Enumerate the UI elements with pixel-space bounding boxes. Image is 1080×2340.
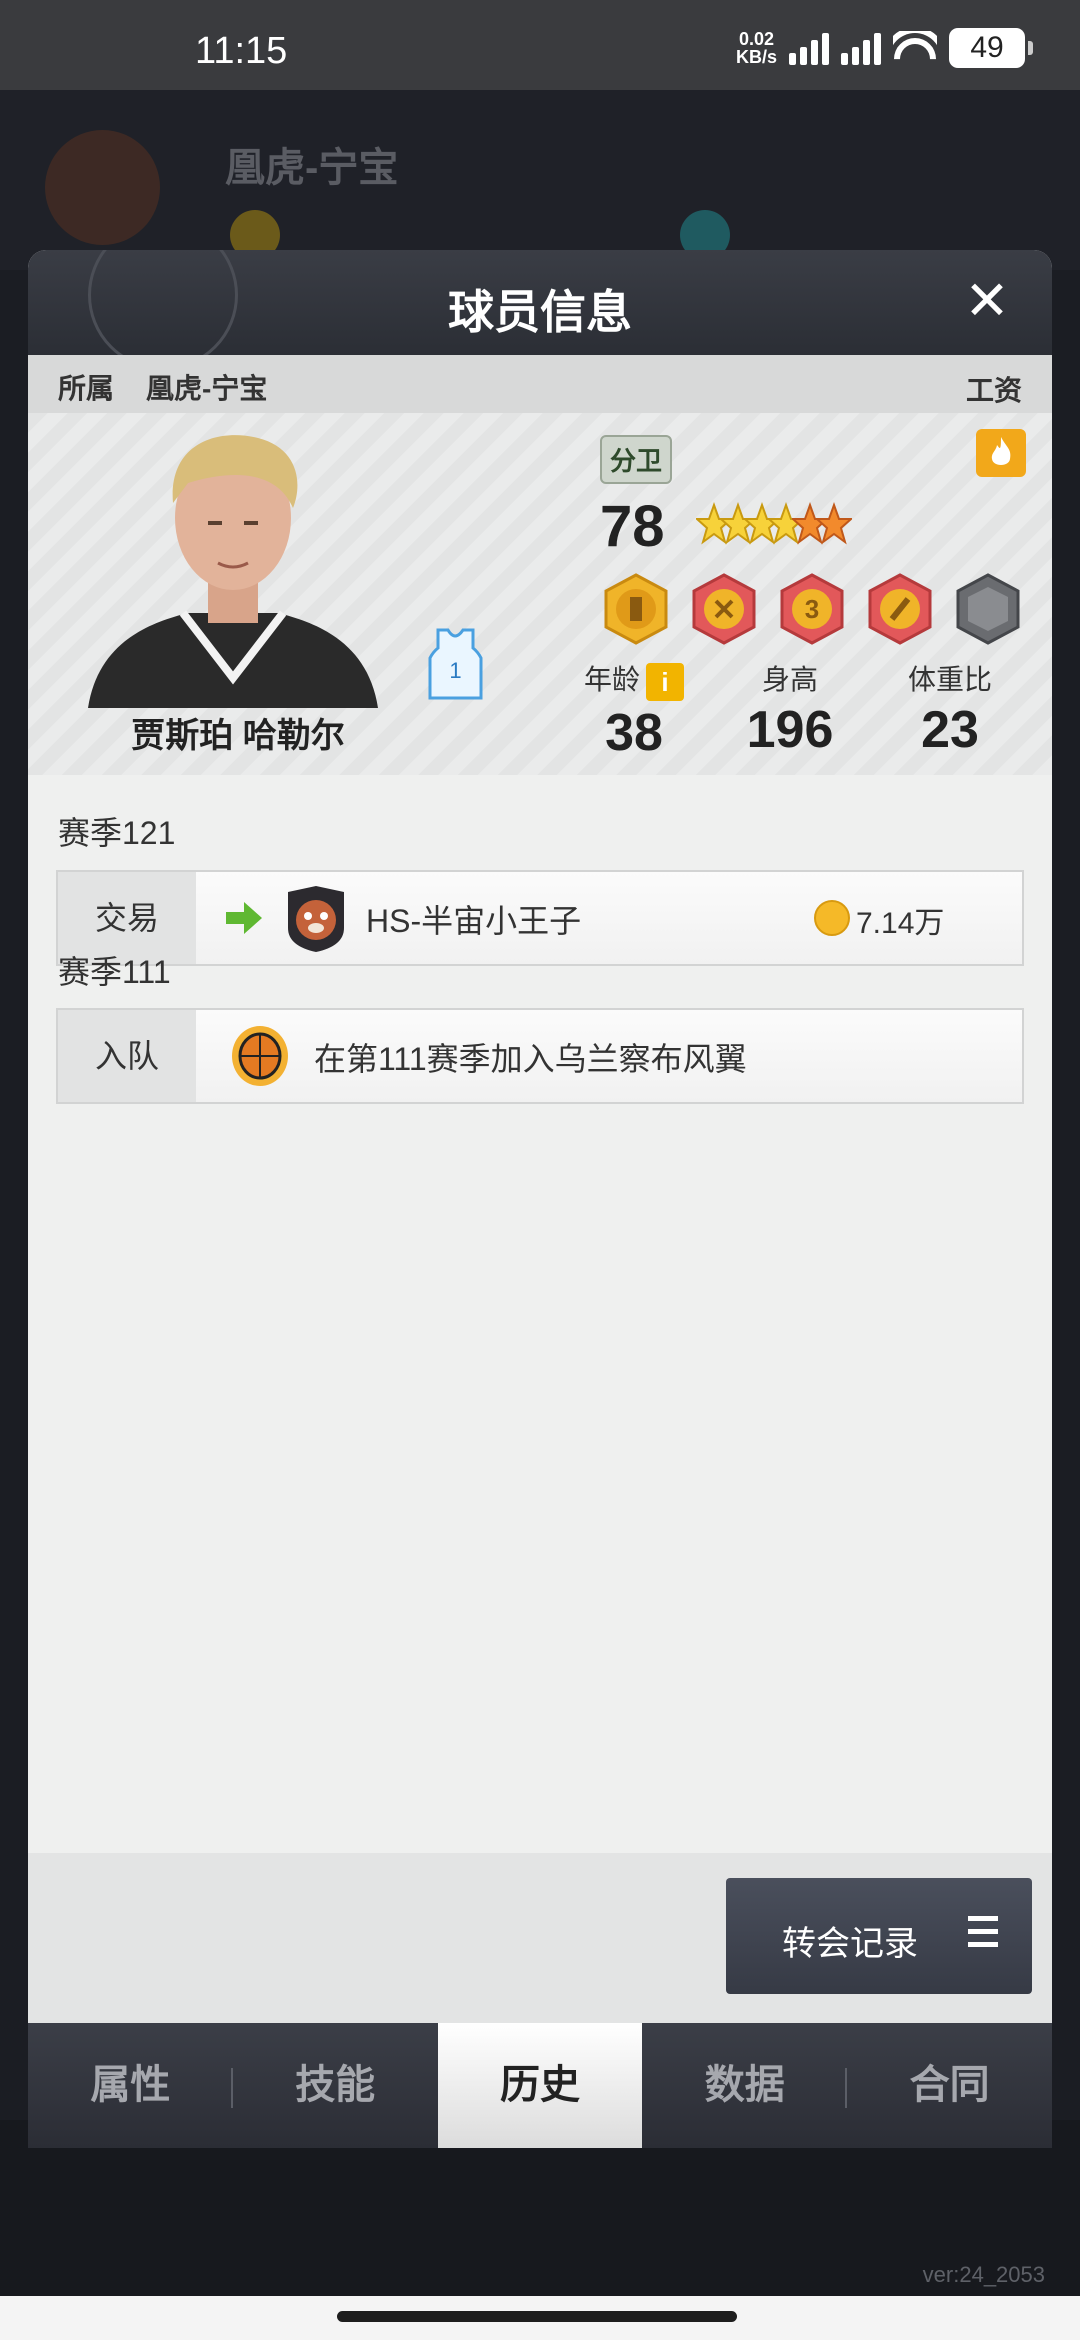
history-row[interactable]: 入队 在第111赛季加入乌兰察布风翼 [56, 1008, 1024, 1104]
history-body: HS-半宙小王子 7.14万 [196, 872, 1022, 964]
height-label: 身高 [761, 664, 818, 695]
tab-bar: 属性 技能 历史 数据 合同 [28, 2023, 1052, 2148]
network-speed-unit: KB/s [735, 47, 777, 67]
modal-header: 球员信息 ✕ [28, 250, 1052, 370]
transfer-record-label: 转会记录 [782, 1925, 918, 1963]
height-value: 196 [746, 701, 834, 759]
player-name: 贾斯珀 哈勒尔 [131, 717, 345, 755]
defense-badge-icon[interactable] [600, 573, 672, 645]
team-logo-icon [288, 886, 344, 952]
star-icon [816, 502, 852, 545]
basketball-icon [232, 1026, 288, 1086]
signal-icon [789, 31, 829, 65]
svg-text:3: 3 [805, 594, 819, 624]
three-point-badge-icon[interactable]: 3 [776, 573, 848, 645]
team-logo-icon [45, 130, 160, 245]
wage-label[interactable]: 工资 [966, 369, 1022, 409]
close-button[interactable]: ✕ [960, 274, 1014, 328]
season-label: 赛季111 [58, 954, 171, 990]
affiliation-bar: 所属 凰虎-宁宝 工资 [28, 355, 1052, 413]
wifi-icon [893, 31, 937, 65]
home-indicator[interactable] [337, 2311, 737, 2322]
history-text: 在第111赛季加入乌兰察布风翼 [314, 1041, 747, 1077]
player-portrait [88, 435, 378, 708]
player-info-modal: 球员信息 ✕ 所属 凰虎-宁宝 工资 贾斯珀 哈勒尔 1 分卫 78 3 年龄 … [28, 250, 1052, 2148]
age-label: 年龄 [583, 664, 640, 695]
block-badge-icon[interactable] [688, 573, 760, 645]
shooting-badge-icon[interactable] [864, 573, 936, 645]
history-body: 在第111赛季加入乌兰察布风翼 [196, 1010, 1022, 1102]
history-amount: 7.14万 [856, 907, 945, 940]
transfer-record-button[interactable]: 转会记录 [726, 1878, 1032, 1994]
star-rating [696, 499, 852, 549]
age-stat: 年龄 i 38 [574, 658, 694, 763]
tab-skills[interactable]: 技能 [233, 2023, 438, 2148]
network-speed-value: 0.02 [738, 29, 775, 49]
age-value: 38 [605, 703, 663, 762]
tab-data[interactable]: 数据 [642, 2023, 847, 2148]
modal-title: 球员信息 [448, 286, 632, 338]
position-badge: 分卫 [600, 435, 673, 484]
tab-attributes[interactable]: 属性 [28, 2023, 233, 2148]
status-icons: 0.02 KB/s 49 [736, 28, 1033, 68]
weight-ratio-label: 体重比 [907, 664, 992, 695]
season-label: 赛季121 [58, 815, 176, 851]
tab-history[interactable]: 历史 [437, 2023, 643, 2148]
coin-icon [814, 900, 850, 936]
jersey-icon: 1 [428, 628, 483, 700]
background-team-name: 凰虎-宁宝 [225, 146, 399, 190]
battery-icon: 49 [949, 28, 1033, 68]
history-type: 入队 [94, 1038, 159, 1074]
status-bar: 11:15 0.02 KB/s 49 [0, 0, 1080, 90]
history-team: HS-半宙小王子 [366, 903, 582, 939]
fire-icon[interactable] [976, 429, 1026, 477]
version-label: ver:24_2053 [922, 2262, 1045, 2287]
status-time: 11:15 [195, 30, 288, 72]
affiliation-label: 所属 [58, 373, 115, 404]
history-row[interactable]: 交易 HS-半宙小王子 7.14万 [56, 870, 1024, 966]
locked-badge-icon[interactable] [952, 573, 1024, 645]
affiliation-team: 凰虎-宁宝 [146, 373, 268, 404]
signal-icon [841, 31, 881, 65]
weight-ratio-stat: 体重比 23 [890, 658, 1010, 760]
skill-badges: 3 [600, 573, 1024, 645]
tab-contract[interactable]: 合同 [847, 2023, 1052, 2148]
network-speed: 0.02 KB/s [736, 30, 777, 66]
height-stat: 身高 196 [730, 658, 850, 760]
weight-ratio-value: 23 [921, 701, 979, 759]
player-card: 贾斯珀 哈勒尔 1 分卫 78 3 年龄 i 38 身高 196 体重比 23 [28, 413, 1052, 775]
background-header: 凰虎-宁宝 [0, 90, 1080, 270]
info-icon[interactable]: i [646, 662, 684, 701]
overall-rating: 78 [600, 494, 665, 559]
jersey-number: 1 [449, 658, 461, 683]
menu-icon [968, 1916, 998, 1950]
arrow-right-icon [226, 902, 262, 934]
